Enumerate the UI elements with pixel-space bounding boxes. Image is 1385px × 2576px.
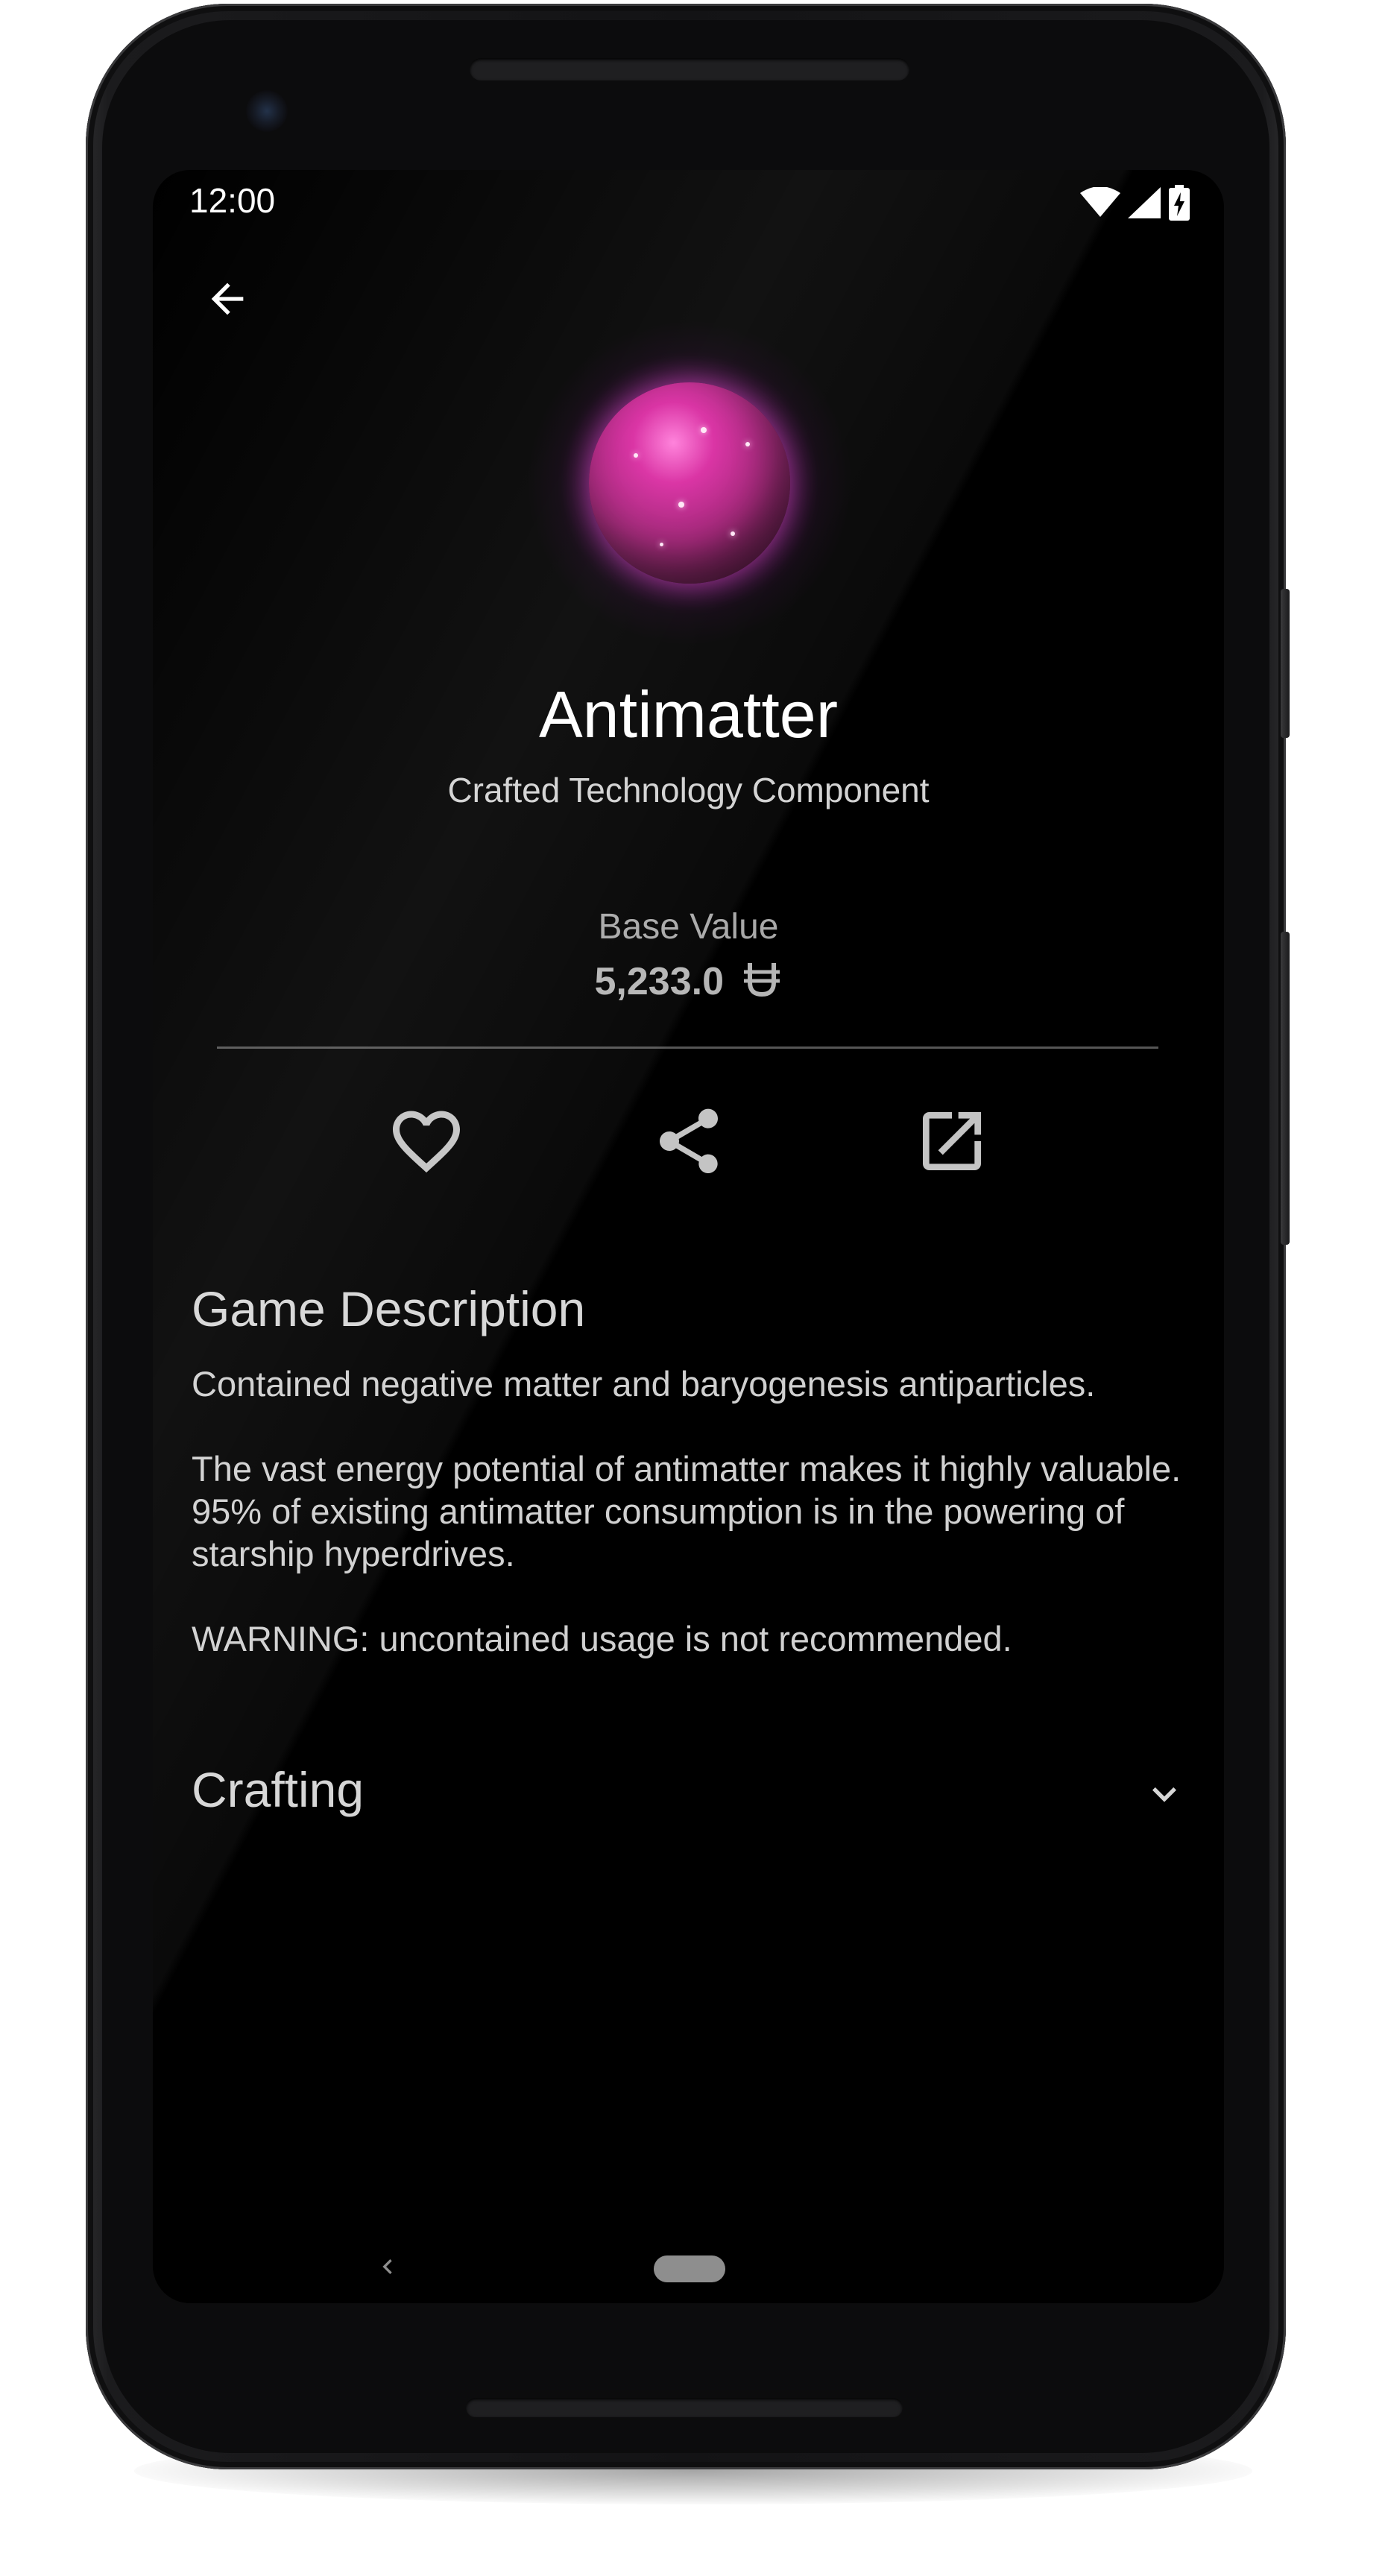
app-screen: 12:00 Antimatter Crafted Technology Comp… [153,170,1224,2303]
status-time: 12:00 [189,181,276,220]
chevron-down-icon[interactable] [1135,1764,1194,1824]
bottom-speaker-grille [466,2398,903,2417]
action-bar [153,1094,1224,1191]
orb-sparkle [731,531,735,536]
favorite-button[interactable] [378,1094,475,1191]
system-navigation-bar [153,2235,1224,2303]
open-external-icon [913,1102,991,1183]
nav-back-button[interactable] [369,2250,406,2287]
power-button [1281,589,1290,738]
antimatter-orb-icon [589,382,790,584]
open-external-button[interactable] [903,1094,1000,1191]
share-icon [650,1102,728,1183]
nav-home-pill[interactable] [654,2255,725,2282]
front-camera [246,90,288,132]
crafting-section-header[interactable]: Crafting [153,1746,1224,1836]
orb-sparkle [634,453,638,458]
orb-sparkle [745,442,750,446]
units-currency-icon [742,959,782,1008]
base-value: 5,233.0 [153,959,1224,1008]
arrow-back-icon [204,275,251,326]
heart-outline-icon [386,1101,467,1184]
description-paragraph: WARNING: uncontained usage is not recomm… [192,1619,1012,1658]
item-image [503,319,876,647]
nav-back-chevron-icon [373,2252,403,2285]
description-paragraph: The vast energy potential of antimatter … [192,1449,1181,1573]
crafting-heading: Crafting [192,1762,365,1817]
volume-button [1281,932,1290,1245]
base-value-label: Base Value [598,907,779,947]
status-icons [1080,185,1190,224]
top-speaker-grille [470,58,909,80]
item-title: Antimatter [538,678,839,751]
share-button[interactable] [640,1094,737,1191]
orb-sparkle [701,427,707,433]
description-paragraph: Contained negative matter and baryogenes… [192,1364,1096,1404]
wifi-icon [1080,186,1120,221]
cellular-signal-icon [1128,187,1161,221]
orb-sparkle [678,502,684,508]
description-heading: Game Description [192,1281,586,1336]
orb-sparkle [660,543,663,546]
section-divider [217,1046,1158,1049]
base-value-amount: 5,233.0 [594,960,725,1003]
item-category: Crafted Technology Component [447,771,930,809]
status-bar: 12:00 [153,170,1224,237]
battery-charging-icon [1168,185,1190,224]
device-frame-stage: 12:00 Antimatter Crafted Technology Comp… [0,0,1385,2576]
back-button[interactable] [190,263,265,338]
